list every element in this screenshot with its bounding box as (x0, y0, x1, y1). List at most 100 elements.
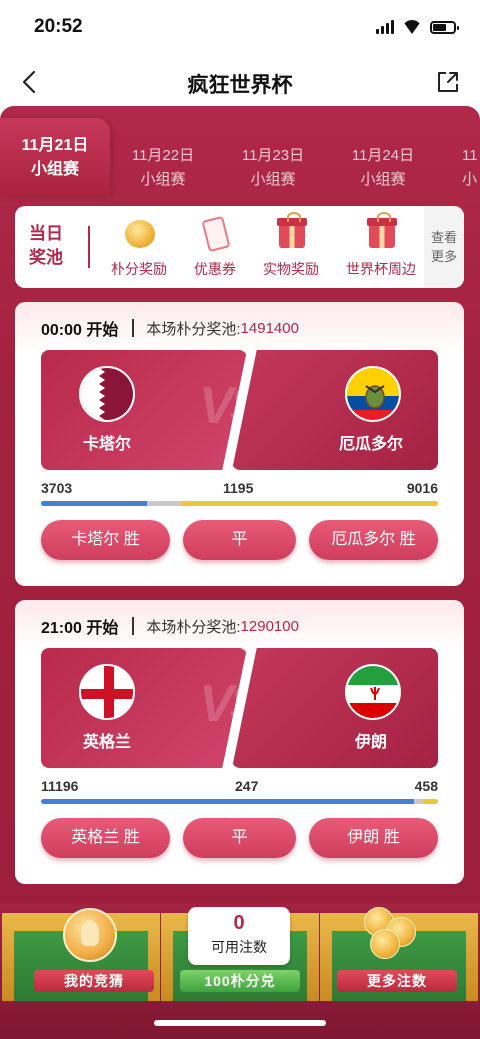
signal-icon (376, 20, 394, 34)
team-name: 英格兰 (82, 734, 131, 751)
user-medal-icon (63, 908, 117, 962)
wifi-icon (402, 20, 422, 34)
home-votes: 11196 (41, 778, 79, 794)
tab-date: 11月22日 (131, 147, 195, 164)
match-card: 21:00 开始 本场朴分奖池: 1290100 英格兰 VS 伊朗 11196 (15, 600, 464, 884)
status-icons (376, 20, 459, 34)
bet-home-button[interactable]: 卡塔尔 胜 (41, 520, 170, 560)
divider (88, 226, 90, 268)
prize-points-reward[interactable]: 朴分奖励 (99, 216, 179, 279)
prize-label: 世界杯周边 (346, 261, 416, 277)
bet-home-button[interactable]: 英格兰 胜 (41, 818, 170, 858)
my-bets-button[interactable]: 我的竞猜 (34, 970, 154, 992)
exchange-button[interactable]: 100朴分兑 (180, 970, 300, 992)
tab-date: 11月24日 (351, 147, 415, 164)
home-bar (41, 501, 147, 506)
team-name: 伊朗 (354, 734, 387, 751)
more-bets-button[interactable]: 更多注数 (337, 970, 457, 992)
daily-prize-pool: 当日奖池 朴分奖励 优惠券 实物奖励 世界杯周边 查看更多 (15, 206, 464, 288)
status-bar: 20:52 (0, 0, 480, 58)
pool-label: 本场朴分奖池: (146, 618, 241, 636)
divider (132, 617, 135, 635)
status-time: 20:52 (34, 16, 83, 37)
ticket-icon (197, 215, 233, 253)
tab-stage: 小组赛 (360, 171, 406, 188)
pool-value: 1290100 (240, 617, 299, 635)
away-votes: 458 (414, 778, 438, 794)
prize-label: 朴分奖励 (111, 261, 167, 277)
home-bar (41, 799, 415, 804)
match-header: 21:00 开始 本场朴分奖池: 1290100 (41, 614, 299, 638)
bet-away-button[interactable]: 伊朗 胜 (309, 818, 438, 858)
date-tabs: 11月21日 小组赛 11月22日 小组赛 11月23日 小组赛 11月24日 … (0, 118, 480, 196)
matchup: 卡塔尔 VS 厄瓜多尔 (41, 350, 438, 470)
main-area: 11月21日 小组赛 11月22日 小组赛 11月23日 小组赛 11月24日 … (0, 106, 480, 1039)
prize-merch[interactable]: 世界杯周边 (341, 212, 421, 279)
iran-flag-icon (345, 664, 401, 720)
tab-next[interactable]: 11 小 (436, 118, 480, 196)
prize-label: 实物奖励 (263, 261, 319, 277)
ecuador-flag-icon (345, 366, 401, 422)
match-time: 00:00 开始 (41, 322, 119, 339)
home-votes: 3703 (41, 480, 73, 496)
available-bets-value: 0 (233, 912, 245, 934)
tab-11-23[interactable]: 11月23日 小组赛 (218, 118, 328, 196)
view-more-button[interactable]: 查看更多 (424, 206, 464, 288)
draw-bar (146, 501, 181, 506)
tab-date: 11月23日 (241, 147, 305, 164)
share-icon[interactable] (434, 68, 462, 96)
bet-draw-button[interactable]: 平 (183, 818, 296, 858)
coin-icon (121, 216, 157, 252)
draw-votes: 247 (235, 778, 259, 794)
vote-bar (41, 799, 438, 804)
match-card: 00:00 开始 本场朴分奖池: 1491400 卡塔尔 VS 厄瓜多尔 370… (15, 302, 464, 586)
bet-buttons: 卡塔尔 胜 平 厄瓜多尔 胜 (41, 520, 438, 560)
gift-icon (363, 212, 399, 252)
away-team[interactable]: 伊朗 (232, 648, 438, 768)
prize-label: 优惠券 (194, 261, 236, 277)
qatar-flag-icon (79, 366, 135, 422)
gift-icon (273, 212, 309, 252)
battery-icon (430, 20, 459, 34)
team-name: 厄瓜多尔 (338, 436, 403, 453)
bet-draw-button[interactable]: 平 (183, 520, 296, 560)
match-time: 21:00 开始 (41, 620, 119, 637)
draw-votes: 1195 (223, 480, 254, 496)
tab-stage: 小组赛 (30, 161, 79, 178)
away-bar (422, 799, 438, 804)
tab-11-24[interactable]: 11月24日 小组赛 (328, 118, 438, 196)
team-name: 卡塔尔 (82, 436, 131, 453)
england-flag-icon (79, 664, 135, 720)
match-header: 00:00 开始 本场朴分奖池: 1491400 (41, 316, 299, 340)
prize-coupon[interactable]: 优惠券 (175, 215, 255, 279)
draw-bar (414, 799, 423, 804)
available-bets-counter: 0 可用注数 (188, 907, 290, 965)
pool-value: 1491400 (240, 319, 299, 337)
bottom-dock: 0 可用注数 我的竞猜 100朴分兑 更多注数 (0, 903, 480, 1039)
tab-date: 11 (462, 147, 478, 164)
tab-stage: 小 (462, 171, 478, 188)
pool-label: 本场朴分奖池: (146, 320, 241, 338)
tab-11-21[interactable]: 11月21日 小组赛 (0, 118, 110, 196)
vote-bar (41, 501, 438, 506)
available-bets-label: 可用注数 (211, 939, 267, 955)
away-bar (180, 501, 438, 506)
tab-stage: 小组赛 (140, 171, 186, 188)
bet-buttons: 英格兰 胜 平 伊朗 胜 (41, 818, 438, 858)
tab-11-22[interactable]: 11月22日 小组赛 (108, 118, 218, 196)
vote-counts: 11196 247 458 (41, 778, 438, 796)
coins-icon (356, 903, 426, 963)
vote-counts: 3703 1195 9016 (41, 480, 438, 498)
matchup: 英格兰 VS 伊朗 (41, 648, 438, 768)
daily-pool-label: 当日奖池 (29, 224, 63, 267)
home-indicator (154, 1020, 326, 1026)
away-votes: 9016 (406, 480, 438, 496)
bet-away-button[interactable]: 厄瓜多尔 胜 (309, 520, 438, 560)
prize-physical[interactable]: 实物奖励 (251, 212, 331, 279)
away-team[interactable]: 厄瓜多尔 (232, 350, 438, 470)
divider (132, 319, 135, 337)
tab-date: 11月21日 (21, 137, 89, 154)
tab-stage: 小组赛 (250, 171, 296, 188)
nav-bar: 疯狂世界杯 (0, 58, 480, 106)
page-title: 疯狂世界杯 (187, 74, 293, 97)
